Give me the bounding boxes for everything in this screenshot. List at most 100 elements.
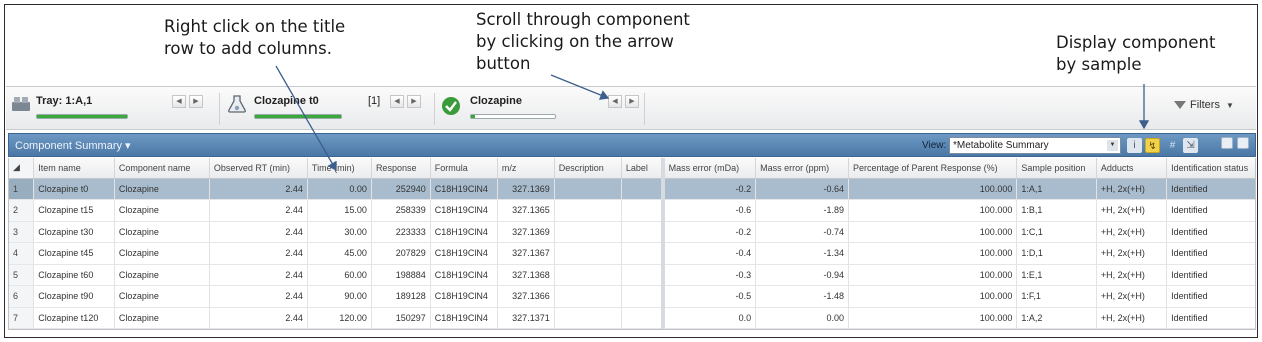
column-header[interactable]: Percentage of Parent Response (%) <box>848 158 1018 179</box>
table-cell: 2.44 <box>209 307 308 329</box>
table-cell: 0.0 <box>660 307 757 329</box>
table-cell <box>554 285 622 308</box>
table-cell: Clozapine <box>114 178 210 200</box>
maximize-icon[interactable] <box>1237 137 1249 149</box>
table-row[interactable]: 7 Clozapine t120 Clozapine 2.44 120.00 150297… <box>9 307 1255 329</box>
tray-next-button[interactable]: ▶ <box>189 95 203 108</box>
column-header[interactable]: Component name <box>114 158 210 179</box>
table-row[interactable]: 3 Clozapine t30 Clozapine 2.44 30.00 223333 C1… <box>9 221 1255 243</box>
table-cell: Identified <box>1166 199 1255 222</box>
check-icon <box>442 97 460 115</box>
column-header[interactable]: Description <box>554 158 622 179</box>
component-summary-header: Component Summary ▾ View: *Metabolite Su… <box>8 133 1256 157</box>
table-cell: -0.5 <box>660 285 757 308</box>
row-number: 3 <box>9 221 35 243</box>
table-cell: 100.000 <box>848 199 1018 222</box>
column-header[interactable]: m/z <box>497 158 555 179</box>
table-cell: 45.00 <box>307 242 372 265</box>
tray-prev-button[interactable]: ◀ <box>172 95 186 108</box>
table-cell: Clozapine t0 <box>33 178 115 200</box>
row-number: 5 <box>9 264 35 286</box>
sample-view-icon[interactable]: ↯ <box>1145 138 1160 153</box>
table-cell: 327.1365 <box>497 199 555 222</box>
column-header[interactable]: Observed RT (min) <box>209 158 308 179</box>
table-cell: +H, 2x(+H) <box>1096 221 1168 243</box>
table-cell: C18H19ClN4 <box>430 264 498 286</box>
table-cell: 327.1368 <box>497 264 555 286</box>
table-cell: C18H19ClN4 <box>430 178 498 200</box>
table-cell: +H, 2x(+H) <box>1096 307 1168 329</box>
info-icon[interactable]: i <box>1127 138 1142 153</box>
column-header[interactable]: Response <box>371 158 431 179</box>
table-cell: +H, 2x(+H) <box>1096 285 1168 308</box>
column-header[interactable]: Label <box>621 158 664 179</box>
table-cell: 327.1369 <box>497 221 555 243</box>
tray-selector[interactable]: Tray: 1:A,1 ◀ ▶ <box>6 87 221 131</box>
view-select-value: *Metabolite Summary <box>953 140 1049 151</box>
component-next-button[interactable]: ▶ <box>625 95 639 108</box>
table-row[interactable]: 2 Clozapine t15 Clozapine 2.44 15.00 258339 C1… <box>9 199 1255 222</box>
view-select[interactable]: *Metabolite Summary ▼ <box>949 137 1121 154</box>
table-cell: 100.000 <box>848 221 1018 243</box>
column-header[interactable]: Formula <box>430 158 498 179</box>
column-header[interactable]: Item name <box>33 158 115 179</box>
chevron-down-icon: ▼ <box>1107 140 1118 151</box>
table-cell: +H, 2x(+H) <box>1096 264 1168 286</box>
minimize-icon[interactable] <box>1221 137 1233 149</box>
table-cell: Clozapine t30 <box>33 221 115 243</box>
table-cell: 252940 <box>371 178 431 200</box>
table-cell: C18H19ClN4 <box>430 285 498 308</box>
column-header[interactable]: Adducts <box>1096 158 1168 179</box>
tray-progress <box>36 114 128 119</box>
table-cell: 1:B,1 <box>1016 199 1097 222</box>
table-cell: Identified <box>1166 307 1255 329</box>
table-row[interactable]: 4 Clozapine t45 Clozapine 2.44 45.00 207829 C1… <box>9 242 1255 265</box>
table-row[interactable]: 1 Clozapine t0 Clozapine 2.44 0.00 252940 C18H… <box>9 178 1255 200</box>
table-cell: 150297 <box>371 307 431 329</box>
export-icon[interactable]: ⇲ <box>1183 138 1198 153</box>
table-cell: C18H19ClN4 <box>430 199 498 222</box>
table-cell: 2.44 <box>209 221 308 243</box>
component-progress <box>470 114 556 119</box>
table-cell: C18H19ClN4 <box>430 221 498 243</box>
sample-next-button[interactable]: ▶ <box>407 95 421 108</box>
table-header-row[interactable]: ◢ Item name Component name Observed RT (… <box>9 158 1255 179</box>
component-prev-button[interactable]: ◀ <box>608 95 622 108</box>
table-cell: 15.00 <box>307 199 372 222</box>
table-cell: 198884 <box>371 264 431 286</box>
table-cell: 2.44 <box>209 242 308 265</box>
column-header[interactable]: Sample position <box>1016 158 1097 179</box>
component-label: Clozapine <box>470 95 522 107</box>
table-cell: 2.44 <box>209 178 308 200</box>
table-row[interactable]: 5 Clozapine t60 Clozapine 2.44 60.00 198884 C1… <box>9 264 1255 286</box>
table-cell: Clozapine <box>114 221 210 243</box>
column-header[interactable]: Mass error (ppm) <box>755 158 850 179</box>
table-cell: C18H19ClN4 <box>430 242 498 265</box>
table-cell: 258339 <box>371 199 431 222</box>
sample-prev-button[interactable]: ◀ <box>390 95 404 108</box>
table-cell: Identified <box>1166 285 1255 308</box>
table-cell: 0.00 <box>755 307 850 329</box>
table-cell: Identified <box>1166 242 1255 265</box>
table-cell <box>621 285 664 308</box>
column-header[interactable]: Time (min) <box>307 158 372 179</box>
table-row[interactable]: 6 Clozapine t90 Clozapine 2.44 90.00 189128 C1… <box>9 285 1255 308</box>
chevron-down-icon: ▼ <box>1225 101 1234 110</box>
component-selector[interactable]: Clozapine ◀ ▶ <box>438 87 646 131</box>
column-header[interactable]: Mass error (mDa) <box>660 158 757 179</box>
table-cell <box>621 242 664 265</box>
table-cell <box>554 264 622 286</box>
sample-selector[interactable]: Clozapine t0 [1] ◀ ▶ <box>222 87 436 131</box>
grid-icon[interactable]: # <box>1165 138 1180 153</box>
table-cell: Clozapine <box>114 199 210 222</box>
table-cell: 207829 <box>371 242 431 265</box>
table-cell: Clozapine <box>114 242 210 265</box>
table-cell: 1:D,1 <box>1016 242 1097 265</box>
table-cell: Clozapine t45 <box>33 242 115 265</box>
filters-button[interactable]: Filters ▼ <box>1174 99 1234 111</box>
table-cell: Clozapine t120 <box>33 307 115 329</box>
column-header[interactable]: Identification status <box>1166 158 1255 179</box>
table-cell <box>554 221 622 243</box>
table-cell: +H, 2x(+H) <box>1096 242 1168 265</box>
component-summary-menu[interactable]: Component Summary ▾ <box>15 139 131 152</box>
